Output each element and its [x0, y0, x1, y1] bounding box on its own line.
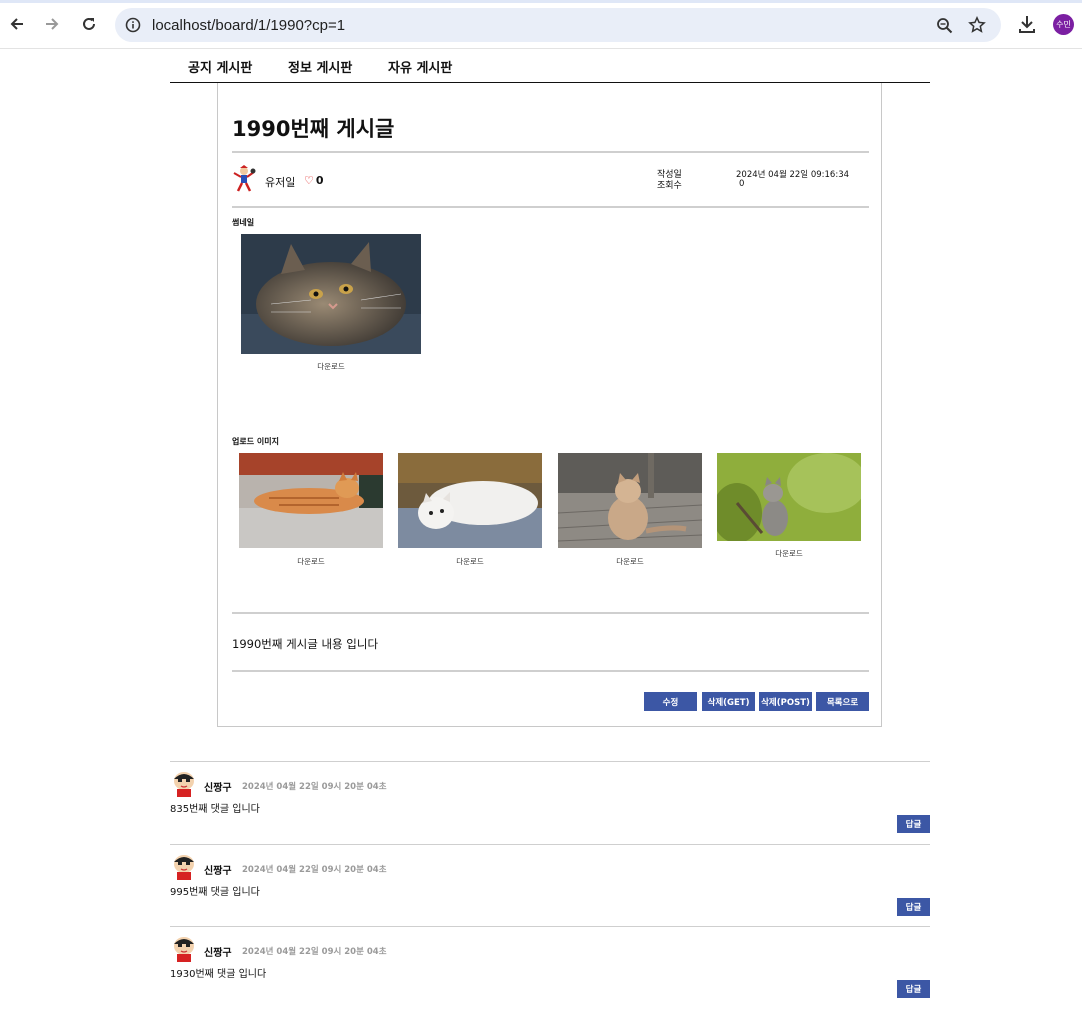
download-icon[interactable]	[1017, 14, 1037, 38]
delete-post-button[interactable]: 삭제(POST)	[759, 692, 812, 711]
thumbnail-image[interactable]	[241, 234, 421, 354]
thumbnail-download-link[interactable]: 다운로드	[291, 361, 371, 372]
zoom-icon[interactable]	[936, 17, 953, 38]
forward-icon[interactable]	[40, 12, 64, 36]
like-count: 0	[315, 174, 324, 187]
comment-item: 신짱구 2024년 04월 22일 09시 20분 04초 835번째 댓글 입…	[170, 761, 930, 845]
upload-image-1[interactable]	[239, 453, 383, 548]
delete-get-button[interactable]: 삭제(GET)	[702, 692, 755, 711]
reply-button[interactable]: 답글	[897, 815, 930, 833]
commenter-avatar	[171, 854, 197, 880]
upload-download-link-3[interactable]: 다운로드	[590, 556, 670, 567]
upload-download-link-4[interactable]: 다운로드	[749, 548, 829, 559]
browser-toolbar: localhost/board/1/1990?cp=1 수민	[0, 0, 1082, 49]
commenter-name: 신짱구	[204, 866, 232, 877]
reply-button[interactable]: 답글	[897, 898, 930, 916]
divider	[232, 151, 869, 153]
upload-download-link-1[interactable]: 다운로드	[271, 556, 351, 567]
views-label: 조회수	[657, 181, 682, 191]
comment-text: 1930번째 댓글 입니다	[170, 969, 267, 980]
upload-label: 업로드 이미지	[232, 437, 279, 446]
commenter-avatar	[171, 936, 197, 962]
nav-item-notice[interactable]: 공지 게시판	[188, 57, 252, 76]
comment-text: 995번째 댓글 입니다	[170, 887, 260, 898]
upload-download-link-2[interactable]: 다운로드	[430, 556, 510, 567]
comment-text: 835번째 댓글 입니다	[170, 804, 260, 815]
commenter-avatar	[171, 771, 197, 797]
comment-date: 2024년 04월 22일 09시 20분 04초	[242, 782, 387, 792]
comment-date: 2024년 04월 22일 09시 20분 04초	[242, 947, 387, 957]
address-bar[interactable]: localhost/board/1/1990?cp=1	[115, 8, 1001, 42]
divider	[232, 206, 869, 208]
divider	[232, 670, 869, 672]
star-icon[interactable]	[968, 15, 986, 38]
heart-icon[interactable]: ♡	[304, 174, 314, 187]
upload-image-4[interactable]	[717, 453, 861, 541]
reply-button[interactable]: 답글	[897, 980, 930, 998]
divider	[232, 612, 869, 614]
comment-item: 신짱구 2024년 04월 22일 09시 20분 04초 995번째 댓글 입…	[170, 844, 930, 928]
comment-item: 신짱구 2024년 04월 22일 09시 20분 04초 1930번째 댓글 …	[170, 926, 930, 1010]
views-value: 0	[739, 179, 745, 189]
commenter-name: 신짱구	[204, 783, 232, 794]
profile-avatar[interactable]: 수민	[1053, 14, 1074, 35]
article-panel: 1990번째 게시글 유저일 ♡ 0 작성일 조회수 2024년 04월 22일 …	[217, 83, 882, 727]
list-button[interactable]: 목록으로	[816, 692, 869, 711]
upload-image-3[interactable]	[558, 453, 702, 548]
commenter-name: 신짱구	[204, 948, 232, 959]
edit-button[interactable]: 수정	[644, 692, 697, 711]
nav-item-info[interactable]: 정보 게시판	[288, 57, 352, 76]
author-avatar	[231, 165, 257, 193]
created-value: 2024년 04월 22일 09:16:34	[736, 170, 850, 180]
url-text[interactable]: localhost/board/1/1990?cp=1	[152, 17, 345, 34]
info-icon[interactable]	[125, 17, 141, 37]
nav-item-free[interactable]: 자유 게시판	[388, 57, 452, 76]
article-title: 1990번째 게시글	[232, 117, 395, 141]
article-content: 1990번째 게시글 내용 입니다	[232, 637, 379, 651]
thumbnail-label: 썸네일	[232, 218, 255, 227]
author-name: 유저일	[265, 176, 296, 189]
reload-icon[interactable]	[77, 12, 101, 36]
like-counter[interactable]: ♡ 0	[304, 174, 324, 187]
comment-date: 2024년 04월 22일 09시 20분 04초	[242, 865, 387, 875]
tab-strip-edge	[0, 0, 1082, 3]
board-nav: 공지 게시판 정보 게시판 자유 게시판	[170, 48, 930, 83]
back-icon[interactable]	[5, 12, 29, 36]
upload-image-2[interactable]	[398, 453, 542, 548]
